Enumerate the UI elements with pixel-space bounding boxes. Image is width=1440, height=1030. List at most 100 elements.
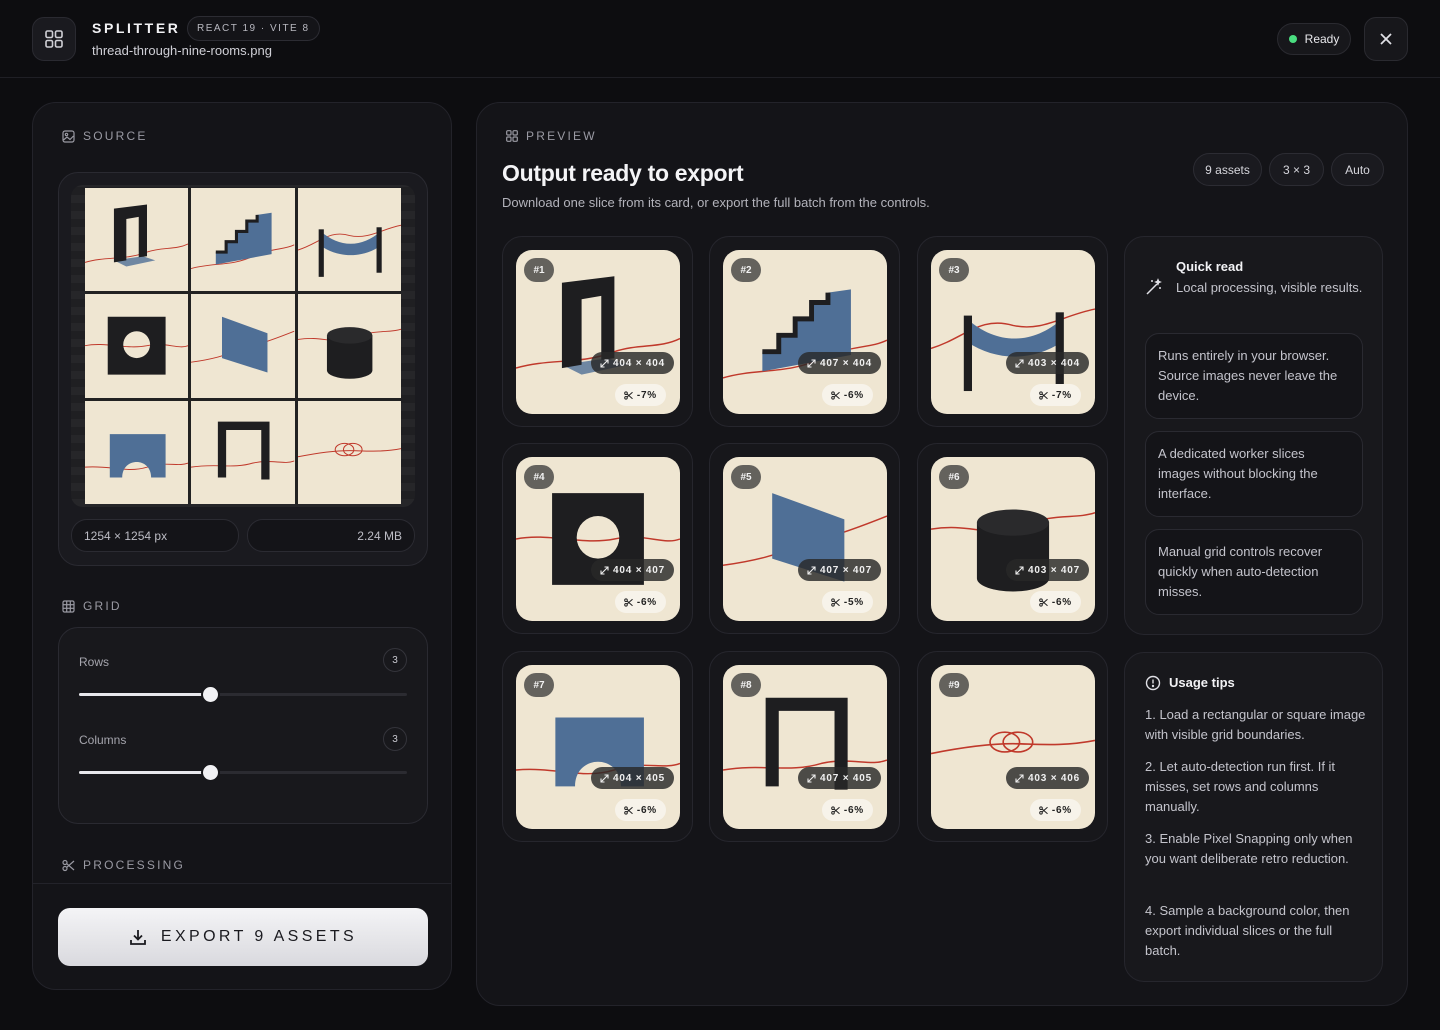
preview-section-label: PREVIEW <box>506 129 597 143</box>
scissors-icon <box>831 597 840 607</box>
slice-card[interactable]: #2 407 × 404 -6% <box>709 236 900 427</box>
panel-divider <box>33 883 451 884</box>
tip-item: 2. Let auto-detection run first. If it m… <box>1145 759 1336 814</box>
slice-image[interactable]: #2 407 × 404 -6% <box>723 250 887 414</box>
slice-number: #2 <box>731 258 761 282</box>
slice-image[interactable]: #6 403 × 407 -6% <box>931 457 1095 621</box>
brand-title: SPLITTER <box>92 20 181 36</box>
expand-icon <box>807 358 816 368</box>
slice-dimensions: 403 × 406 <box>1006 767 1089 789</box>
scissors-icon <box>1039 597 1048 607</box>
slice-dimensions: 407 × 404 <box>798 352 881 374</box>
expand-icon <box>600 358 609 368</box>
download-icon <box>129 930 146 945</box>
slice-trim: -6% <box>1029 799 1081 821</box>
slice-number: #5 <box>731 465 761 489</box>
scissors-icon <box>1039 805 1048 815</box>
slice-card[interactable]: #6 403 × 407 -6% <box>917 443 1108 634</box>
file-size: 2.24 MB <box>247 519 415 552</box>
slice-image[interactable]: #1 404 × 404 -7% <box>516 250 680 414</box>
tip-item: 4. Sample a background color, then expor… <box>1145 903 1350 958</box>
image-icon <box>62 129 75 143</box>
source-card: 1254 × 1254 px 2.24 MB <box>58 172 428 566</box>
slice-number: #8 <box>731 673 761 697</box>
tip-item: 1. Load a rectangular or square image wi… <box>1145 707 1366 742</box>
expand-icon <box>807 773 816 783</box>
rows-slider[interactable] <box>79 687 407 702</box>
info-item: A dedicated worker slices images without… <box>1145 431 1363 517</box>
source-image <box>85 188 401 504</box>
slice-number: #7 <box>524 673 554 697</box>
scissors-icon <box>831 805 840 815</box>
slice-card[interactable]: #4 404 × 407 -6% <box>502 443 693 634</box>
expand-icon <box>600 565 609 575</box>
info-item: Runs entirely in your browser. Source im… <box>1145 333 1363 419</box>
scissors-icon <box>62 859 75 871</box>
slice-image[interactable]: #8 407 × 405 -6% <box>723 665 887 829</box>
expand-icon <box>1015 565 1024 575</box>
image-dimensions: 1254 × 1254 px <box>71 519 239 552</box>
page-subtitle: Download one slice from its card, or exp… <box>502 195 930 210</box>
magic-wand-icon <box>1146 278 1162 295</box>
grid-controls: Rows 3 Columns 3 <box>58 627 428 824</box>
rows-slider-thumb[interactable] <box>202 687 218 702</box>
page-title: Output ready to export <box>502 160 744 186</box>
slice-trim: -6% <box>614 799 666 821</box>
usage-tips-card: Usage tips 1. Load a rectangular or squa… <box>1124 652 1383 982</box>
scissors-icon <box>624 390 633 400</box>
slice-dimensions: 403 × 407 <box>1006 559 1089 581</box>
close-button[interactable] <box>1364 17 1408 61</box>
slice-number: #1 <box>524 258 554 282</box>
source-section-label: SOURCE <box>62 129 148 143</box>
slice-image[interactable]: #5 407 × 407 -5% <box>723 457 887 621</box>
usage-tips-title: Usage tips <box>1169 675 1235 690</box>
columns-slider-thumb[interactable] <box>202 765 218 780</box>
slice-image[interactable]: #9 403 × 406 -6% <box>931 665 1095 829</box>
expand-icon <box>807 565 816 575</box>
quick-read-subtitle: Local processing, visible results. <box>1176 280 1363 295</box>
slice-card[interactable]: #1 404 × 404 -7% <box>502 236 693 427</box>
grid-icon[interactable] <box>32 17 76 61</box>
mode-chip: Auto <box>1331 153 1384 186</box>
slice-image[interactable]: #3 403 × 404 -7% <box>931 250 1095 414</box>
slice-trim: -5% <box>821 591 873 613</box>
slice-trim: -7% <box>1029 384 1081 406</box>
slice-trim: -6% <box>821 799 873 821</box>
columns-slider[interactable] <box>79 765 407 780</box>
tip-item: 3. Enable Pixel Snapping only when you w… <box>1145 831 1353 866</box>
expand-icon <box>1015 358 1024 368</box>
slice-number: #6 <box>939 465 969 489</box>
slice-dimensions: 407 × 407 <box>798 559 881 581</box>
expand-icon <box>1015 773 1024 783</box>
export-button[interactable]: EXPORT 9 ASSETS <box>58 908 428 966</box>
scissors-icon <box>1039 390 1048 400</box>
source-image-frame[interactable] <box>71 185 415 507</box>
rows-value: 3 <box>383 648 407 672</box>
slice-card[interactable]: #8 407 × 405 -6% <box>709 651 900 842</box>
processing-section-label: PROCESSING <box>62 858 185 872</box>
columns-value: 3 <box>383 727 407 751</box>
grid-size-chip: 3 × 3 <box>1269 153 1324 186</box>
slice-number: #4 <box>524 465 554 489</box>
table-icon <box>62 599 75 613</box>
status-badge: Ready <box>1277 23 1351 55</box>
slice-number: #3 <box>939 258 969 282</box>
slice-dimensions: 404 × 407 <box>591 559 674 581</box>
close-icon <box>1380 33 1392 45</box>
info-icon <box>1145 675 1161 691</box>
slice-trim: -6% <box>821 384 873 406</box>
status-dot-icon <box>1288 35 1297 43</box>
scissors-icon <box>831 390 840 400</box>
quick-read-card: Quick read Local processing, visible res… <box>1124 236 1383 635</box>
slice-dimensions: 407 × 405 <box>798 767 881 789</box>
slice-card[interactable]: #3 403 × 404 -7% <box>917 236 1108 427</box>
slice-card[interactable]: #5 407 × 407 -5% <box>709 443 900 634</box>
rows-label: Rows <box>79 655 110 669</box>
slice-card[interactable]: #7 404 × 405 -6% <box>502 651 693 842</box>
slice-image[interactable]: #7 404 × 405 -6% <box>516 665 680 829</box>
status-text: Ready <box>1304 32 1340 46</box>
quick-read-title: Quick read <box>1176 259 1244 274</box>
slice-trim: -7% <box>614 384 666 406</box>
slice-image[interactable]: #4 404 × 407 -6% <box>516 457 680 621</box>
slice-card[interactable]: #9 403 × 406 -6% <box>917 651 1108 842</box>
